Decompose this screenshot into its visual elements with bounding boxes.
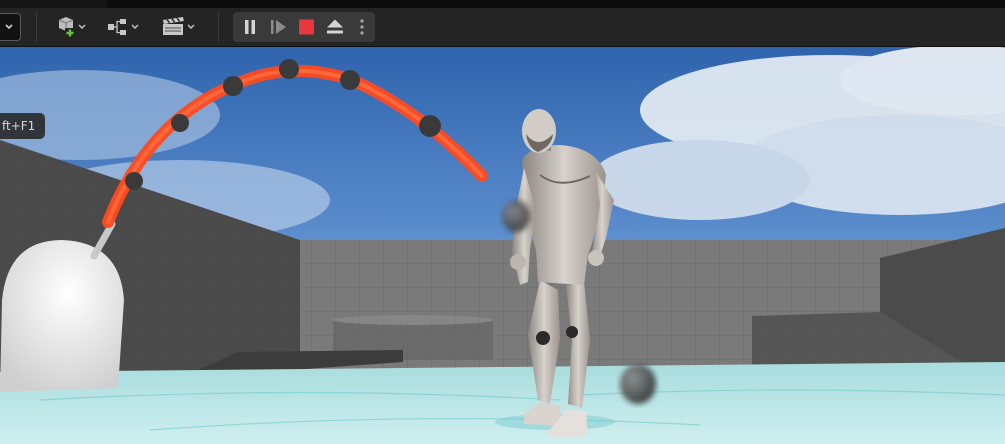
mode-selector[interactable]	[0, 13, 21, 41]
stop-button[interactable]	[293, 12, 319, 42]
eject-button[interactable]	[321, 12, 349, 42]
toolbar-separator	[36, 12, 37, 42]
viewport-scene	[0, 47, 1005, 444]
clapperboard-icon	[163, 17, 195, 35]
title-strip	[0, 0, 1005, 8]
mode-dropdown-icon	[5, 24, 13, 30]
cinematics-button[interactable]	[158, 12, 200, 42]
pause-icon	[245, 20, 255, 34]
add-actor-button[interactable]	[48, 12, 88, 42]
vertical-ellipsis-icon	[360, 19, 364, 35]
step-frame-button[interactable]	[265, 12, 291, 42]
stop-icon	[299, 19, 314, 35]
more-options-button[interactable]	[353, 12, 371, 42]
play-controls	[233, 12, 375, 42]
step-forward-icon	[271, 20, 286, 34]
toolbar-separator	[218, 12, 219, 42]
level-viewport[interactable]: ft+F1	[0, 47, 1005, 444]
title-strip-dark	[107, 0, 1005, 8]
cube-plus-icon	[58, 17, 86, 38]
floor	[0, 362, 1005, 444]
shortcut-hint: ft+F1	[0, 113, 46, 139]
eject-icon	[327, 19, 343, 34]
blueprints-button[interactable]	[102, 12, 144, 42]
pause-button[interactable]	[237, 12, 263, 42]
blueprint-graph-icon	[108, 19, 139, 35]
main-toolbar	[0, 8, 1005, 47]
